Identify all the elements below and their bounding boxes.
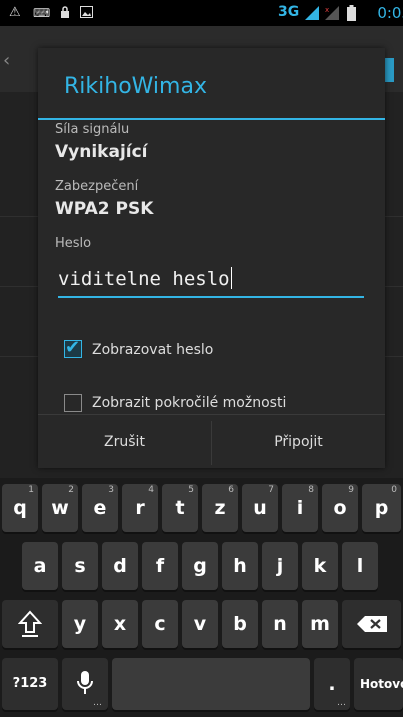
key-b[interactable]: b xyxy=(222,600,258,648)
show-password-checkbox[interactable] xyxy=(64,337,82,358)
security-label: Zabezpečení xyxy=(55,179,139,194)
signal-strength-label: Síla signálu xyxy=(55,122,130,137)
key-z[interactable]: 6z xyxy=(202,484,238,532)
key-s[interactable]: s xyxy=(62,542,98,590)
key-j[interactable]: j xyxy=(262,542,298,590)
advanced-options-label[interactable]: Zobrazit pokročilé možnosti xyxy=(92,395,286,411)
backspace-key[interactable] xyxy=(342,600,401,648)
status-bar: ⚠ ⌨ 3G x 0:03 xyxy=(0,0,403,26)
key-d[interactable]: d xyxy=(102,542,138,590)
connect-button[interactable]: Připojit xyxy=(212,415,385,469)
key-f[interactable]: f xyxy=(142,542,178,590)
key-l[interactable]: l xyxy=(342,542,378,590)
screen: ⚠ ⌨ 3G x 0:03 ‹ RikihoWimax Síla xyxy=(0,0,403,717)
lock-icon xyxy=(60,6,70,21)
symbols-key[interactable]: ?123 xyxy=(2,658,58,710)
show-password-label[interactable]: Zobrazovat heslo xyxy=(92,342,213,358)
key-r[interactable]: 4r xyxy=(122,484,158,532)
password-input[interactable]: viditelne heslo xyxy=(58,266,364,298)
key-c[interactable]: c xyxy=(142,600,178,648)
advanced-options-checkbox[interactable] xyxy=(64,394,82,412)
soft-keyboard: 1q 2w 3e 4r 5t 6z 7u 8i 9o 0p a s d f g … xyxy=(0,478,403,717)
key-p[interactable]: 0p xyxy=(362,484,401,532)
voice-input-key[interactable]: … xyxy=(62,658,108,710)
key-n[interactable]: n xyxy=(262,600,298,648)
no-signal-icon: x xyxy=(324,5,340,24)
image-icon xyxy=(80,6,93,21)
period-key[interactable]: .… xyxy=(314,658,350,710)
svg-text:x: x xyxy=(325,6,329,14)
key-i[interactable]: 8i xyxy=(282,484,318,532)
dialog-title-divider xyxy=(38,118,385,120)
text-cursor xyxy=(230,267,232,289)
shift-key[interactable] xyxy=(2,600,58,648)
space-bar[interactable] xyxy=(112,658,310,710)
backspace-icon xyxy=(356,615,388,638)
key-y[interactable]: y xyxy=(62,600,98,648)
warning-icon: ⚠ xyxy=(9,5,21,20)
key-a[interactable]: a xyxy=(22,542,58,590)
key-q[interactable]: 1q xyxy=(2,484,38,532)
back-arrow-icon[interactable]: ‹ xyxy=(3,50,10,71)
wifi-connect-dialog: RikihoWimax Síla signálu Vynikající Zabe… xyxy=(38,48,385,468)
battery-icon xyxy=(347,5,356,24)
clock: 0:03 xyxy=(377,4,403,22)
shift-icon xyxy=(17,610,43,643)
password-label: Heslo xyxy=(55,236,92,251)
key-m[interactable]: m xyxy=(302,600,338,648)
key-o[interactable]: 9o xyxy=(322,484,358,532)
key-v[interactable]: v xyxy=(182,600,218,648)
key-u[interactable]: 7u xyxy=(242,484,278,532)
key-w[interactable]: 2w xyxy=(42,484,78,532)
key-t[interactable]: 5t xyxy=(162,484,198,532)
password-value: viditelne heslo xyxy=(58,268,230,290)
key-e[interactable]: 3e xyxy=(82,484,118,532)
more-dots: … xyxy=(337,698,346,708)
signal-strength-value: Vynikající xyxy=(55,142,148,162)
cancel-button[interactable]: Zrušit xyxy=(38,415,211,469)
dialog-title: RikihoWimax xyxy=(64,74,207,99)
key-x[interactable]: x xyxy=(102,600,138,648)
signal-icon xyxy=(304,5,320,24)
more-dots: … xyxy=(93,698,102,708)
security-value: WPA2 PSK xyxy=(55,199,154,219)
done-key[interactable]: Hotovo xyxy=(354,658,403,710)
key-k[interactable]: k xyxy=(302,542,338,590)
microphone-icon xyxy=(77,670,93,701)
dialog-button-row: Zrušit Připojit xyxy=(38,414,385,469)
key-h[interactable]: h xyxy=(222,542,258,590)
keyboard-icon: ⌨ xyxy=(33,6,51,20)
key-g[interactable]: g xyxy=(182,542,218,590)
network-type-label: 3G xyxy=(278,4,300,20)
